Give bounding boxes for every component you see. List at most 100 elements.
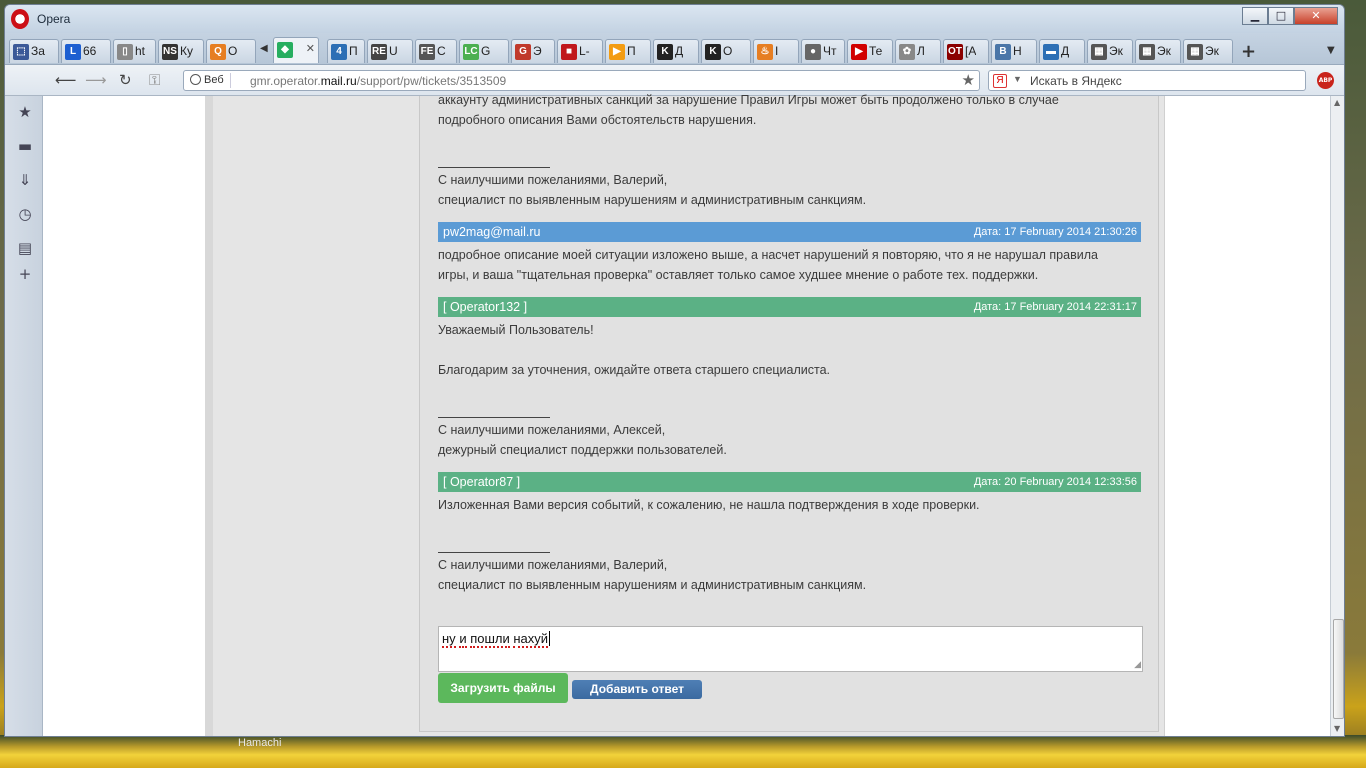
tab[interactable]: ▦ Эк — [1087, 39, 1133, 63]
tab[interactable]: ▬ Д — [1039, 39, 1085, 63]
reply-textarea[interactable]: ну и пошли нахуй ◢ — [438, 626, 1143, 672]
message-header-user: pw2mag@mail.ru Дата: 17 February 2014 21… — [438, 222, 1141, 242]
bookmarks-star-icon[interactable]: ★ — [17, 104, 33, 120]
signature-text: С наилучшими пожеланиями, Валерий, — [438, 558, 668, 572]
tab-label: Д — [1061, 44, 1070, 58]
signature-divider — [438, 417, 550, 418]
tab-label: I — [775, 44, 779, 58]
add-panel-icon[interactable]: + — [17, 266, 33, 282]
tab[interactable]: ▶ Те — [847, 39, 893, 63]
tab[interactable]: ◆ ✕ — [273, 37, 319, 63]
message-text: игры, и ваша "тщательная проверка" остав… — [438, 268, 1039, 282]
tab[interactable]: ▦ Эк — [1183, 39, 1233, 63]
tab[interactable]: ▦ Эк — [1135, 39, 1181, 63]
adblock-icon[interactable]: ABP — [1317, 72, 1334, 89]
favicon-java-icon: ♨ — [757, 44, 773, 60]
history-clock-icon[interactable]: ◷ — [17, 206, 33, 222]
tab[interactable]: RE U — [367, 39, 413, 63]
tab-label: Ку — [180, 44, 193, 58]
tab-label: О — [723, 44, 733, 58]
upload-files-button[interactable]: Загрузить файлы — [438, 673, 568, 703]
title-bar[interactable]: Opera ▁ □ ✕ — [5, 5, 1344, 33]
tab[interactable]: KД — [653, 39, 699, 63]
reload-button[interactable]: ↻ — [119, 71, 132, 89]
tab[interactable]: GЭ — [511, 39, 555, 63]
url-text[interactable]: gmr.operator.mail.ru/support/pw/tickets/… — [250, 74, 506, 88]
forward-button[interactable]: ⟶ — [85, 71, 107, 89]
scroll-up-icon[interactable]: ▲ — [1334, 98, 1340, 107]
reply-word: пошли — [470, 631, 510, 648]
favicon-cube-icon: ◆ — [277, 42, 293, 58]
panels-icon[interactable]: ▤ — [17, 240, 33, 256]
new-tab-button[interactable]: + — [1241, 41, 1256, 62]
tab[interactable]: ВН — [991, 39, 1037, 63]
close-window-button[interactable]: ✕ — [1294, 7, 1338, 25]
tab[interactable]: L 66 — [61, 39, 111, 63]
tab-label: П — [349, 44, 358, 58]
back-button[interactable]: ⟵ — [55, 71, 77, 89]
opera-logo-icon[interactable] — [11, 9, 29, 29]
page-scrollbar[interactable]: ▲ ▼ — [1330, 96, 1344, 736]
downloads-icon[interactable]: ⇓ — [17, 172, 33, 188]
resize-grip-icon[interactable]: ◢ — [1134, 659, 1141, 670]
tab[interactable]: ✿ Л — [895, 39, 941, 63]
tab-label: [А — [965, 44, 977, 58]
search-engine-dropdown-icon[interactable]: ▼ — [1013, 74, 1022, 84]
scroll-down-icon[interactable]: ▼ — [1334, 724, 1340, 733]
tab[interactable]: FE С — [415, 39, 457, 63]
tab[interactable]: ■ L- — [557, 39, 603, 63]
tab[interactable]: KО — [701, 39, 751, 63]
tab-scroll-left-icon[interactable]: ◀ — [260, 43, 268, 54]
tab[interactable]: ♨ I — [753, 39, 799, 63]
message-author: pw2mag@mail.ru — [443, 225, 541, 239]
web-page: аккаунту административных санкций за нар… — [43, 93, 1330, 736]
page-left-margin — [43, 96, 205, 736]
tab[interactable]: ▶ П — [605, 39, 651, 63]
message-text: Уважаемый Пользователь! — [438, 323, 594, 337]
yandex-icon[interactable]: Я — [993, 74, 1007, 88]
minimize-button[interactable]: ▁ — [1242, 7, 1268, 25]
add-reply-button[interactable]: Добавить ответ — [572, 680, 702, 699]
bookmark-star-icon[interactable]: ★ — [962, 71, 975, 89]
signature-text: дежурный специалист поддержки пользовате… — [438, 443, 727, 457]
tab[interactable]: ● Чт — [801, 39, 845, 63]
tab[interactable]: 4П — [327, 39, 365, 63]
url-prefix: gmr.operator. — [250, 74, 321, 88]
globe-icon — [190, 74, 201, 85]
favicon-L-icon: L — [65, 44, 81, 60]
favicon-4-icon: 4 — [331, 44, 347, 60]
search-field[interactable]: Я ▼ Искать в Яндекс — [988, 70, 1306, 91]
favicon-K2-icon: K — [705, 44, 721, 60]
favicon-page-icon: ▯ — [117, 44, 133, 60]
tab[interactable]: QО — [206, 39, 256, 63]
scrollbar-thumb[interactable] — [1333, 619, 1344, 719]
tab-label: Эк — [1109, 44, 1123, 58]
tab-label: Эк — [1157, 44, 1171, 58]
maximize-button[interactable]: □ — [1268, 7, 1294, 25]
address-field[interactable]: Веб gmr.operator.mail.ru/support/pw/tick… — [183, 70, 980, 91]
message-header-operator: [ Operator132 ] Дата: 17 February 2014 2… — [438, 297, 1141, 317]
signature-divider — [438, 552, 550, 553]
tab[interactable]: ▯ ht — [113, 39, 156, 63]
text-cursor — [549, 631, 551, 646]
tab-menu-chevron-icon[interactable]: ▼ — [1327, 45, 1335, 56]
notes-icon[interactable]: ▬ — [17, 138, 33, 154]
message-text: подробное описание моей ситуации изложен… — [438, 248, 1098, 262]
tab-label: ht — [135, 44, 146, 58]
close-tab-icon[interactable]: ✕ — [306, 42, 315, 55]
browser-window: Opera ▁ □ ✕ ◀ + ▼ ⬚ За L 66 ▯ ht NS Ку Q О ◆ ✕ 4 П RE U… — [4, 4, 1345, 737]
message-date: Дата: 20 February 2014 12:33:56 — [973, 476, 1137, 488]
favicon-Q-icon: Q — [210, 44, 226, 60]
window-controls: ▁ □ ✕ — [1242, 7, 1338, 25]
tab-label: О — [228, 44, 238, 58]
tab[interactable]: LC G — [459, 39, 509, 63]
tab-label: G — [481, 44, 491, 58]
tab[interactable]: ⬚ За — [9, 39, 59, 63]
tab-label: С — [437, 44, 446, 58]
desktop-background-strip — [0, 735, 1366, 768]
key-icon[interactable]: ⚿ — [149, 71, 160, 89]
web-mode-badge[interactable]: Веб — [188, 73, 231, 88]
tab[interactable]: OT [А — [943, 39, 989, 63]
tab[interactable]: NS Ку — [158, 39, 204, 63]
favicon-LC-icon: LC — [463, 44, 479, 60]
